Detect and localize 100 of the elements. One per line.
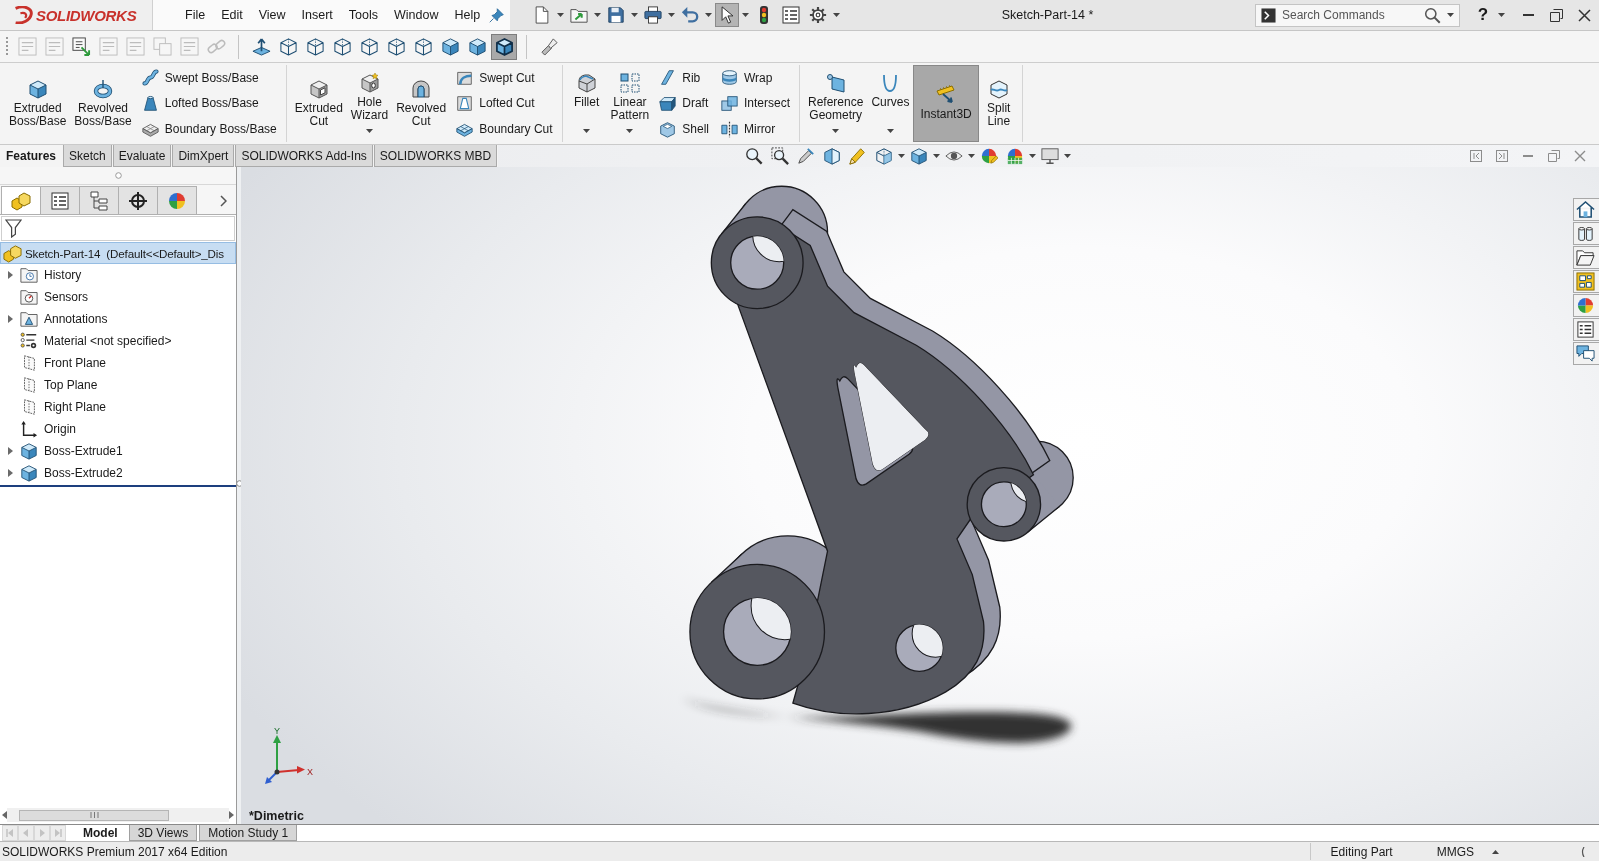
caret-icon[interactable]	[583, 129, 591, 133]
command-button[interactable]: Revolved Boss/Base	[70, 65, 136, 142]
command-button[interactable]: Split Line	[978, 65, 1019, 142]
task-pane-button[interactable]	[1573, 198, 1599, 221]
caret-icon[interactable]	[968, 154, 976, 158]
caret-icon[interactable]	[1447, 13, 1454, 17]
command-button[interactable]: Hole Wizard	[346, 65, 393, 142]
caret-icon[interactable]	[833, 13, 840, 17]
file-properties-button[interactable]	[779, 3, 803, 27]
command-button[interactable]: Swept Boss/Base	[138, 65, 280, 90]
panel-tab[interactable]	[40, 186, 80, 214]
tree-item[interactable]: History	[41, 266, 85, 284]
filter-field[interactable]	[1, 216, 235, 241]
print-button[interactable]	[641, 3, 665, 27]
command-button[interactable]: Intersect	[717, 91, 793, 116]
command-button[interactable]: Revolved Cut	[392, 65, 451, 142]
tree-item-label: Sketch-Part-14 (Default<<Default>_Dis	[25, 246, 224, 260]
tree-item[interactable]: Origin	[41, 420, 79, 438]
tab[interactable]: Motion Study 1	[199, 825, 298, 841]
horizontal-scrollbar[interactable]	[0, 808, 236, 822]
tree-item[interactable]: Sensors	[41, 288, 92, 306]
panel-tab[interactable]	[118, 186, 158, 214]
caret-icon[interactable]	[1029, 154, 1037, 158]
menu-item[interactable]: Help	[446, 6, 489, 24]
command-button[interactable]: Draft	[656, 91, 712, 116]
command-button[interactable]: Lofted Cut	[453, 91, 556, 116]
caret-icon[interactable]	[832, 129, 840, 133]
search-field[interactable]: Search Commands	[1255, 3, 1460, 27]
command-button[interactable]: Rib	[656, 65, 712, 90]
caret-icon[interactable]	[742, 13, 749, 17]
command-button[interactable]: Lofted Boss/Base	[138, 91, 280, 116]
task-pane-button[interactable]	[1573, 270, 1599, 293]
section-cube-icon	[823, 147, 842, 165]
menu-item[interactable]: View	[250, 6, 294, 24]
caret-icon[interactable]	[366, 129, 373, 133]
page-icon	[535, 6, 549, 24]
pin-icon	[489, 7, 505, 23]
command-button[interactable]: Shell	[656, 117, 712, 142]
window-title: Sketch-Part-14 *	[1001, 8, 1094, 22]
command-button[interactable]: Boundary Boss/Base	[138, 117, 280, 142]
caret-icon[interactable]	[886, 129, 894, 133]
cube-icon	[27, 78, 48, 99]
caret-icon[interactable]	[933, 154, 941, 158]
tree-row[interactable]: Sketch-Part-14 (Default<<Default>_Dis	[0, 242, 236, 264]
command-button[interactable]: Linear Pattern	[606, 65, 654, 142]
task-pane-button[interactable]	[1573, 222, 1599, 245]
caret-icon[interactable]	[631, 13, 638, 17]
caret-icon[interactable]	[668, 13, 675, 17]
caret-icon[interactable]	[594, 13, 601, 17]
command-button[interactable]: Wrap	[717, 65, 793, 90]
help-button[interactable]: ?	[1474, 3, 1492, 27]
command-button[interactable]: Mirror	[717, 117, 793, 142]
tab[interactable]: SOLIDWORKS Add-Ins	[235, 145, 373, 167]
tab[interactable]: SOLIDWORKS MBD	[373, 145, 498, 167]
search-input[interactable]: Search Commands	[1282, 5, 1418, 25]
menu-item[interactable]: Edit	[213, 6, 251, 24]
caret-icon[interactable]	[1064, 154, 1072, 158]
task-pane-button[interactable]	[1573, 246, 1599, 269]
toolbar-button[interactable]	[491, 33, 517, 60]
tree-item[interactable]: Boss-Extrude1	[41, 442, 126, 460]
note-icon	[98, 37, 118, 56]
tab[interactable]: 3D Views	[128, 825, 198, 841]
menu-item[interactable]: Tools	[340, 6, 387, 24]
menu-item[interactable]: File	[177, 6, 214, 24]
traffic-light-icon	[760, 6, 768, 24]
caret-icon[interactable]	[557, 13, 564, 17]
menu-item[interactable]: Window	[386, 6, 447, 24]
printer-icon	[644, 6, 662, 24]
tab[interactable]: Evaluate	[112, 145, 172, 167]
tab[interactable]: Sketch	[63, 145, 112, 167]
command-button[interactable]: Reference Geometry	[804, 65, 868, 142]
tree-item[interactable]: Boss-Extrude2	[41, 464, 126, 482]
command-button[interactable]: Curves	[867, 65, 914, 142]
command-button[interactable]: Fillet	[566, 65, 607, 142]
task-pane-button[interactable]	[1573, 318, 1599, 341]
caret-icon[interactable]	[705, 13, 712, 17]
command-button[interactable]: Extruded Cut	[290, 65, 347, 142]
cube-icon	[20, 442, 38, 460]
tree-item[interactable]: Top Plane	[41, 376, 101, 394]
caret-icon[interactable]	[898, 154, 906, 158]
tree-item[interactable]: Annotations	[41, 310, 111, 328]
tree-item[interactable]: Right Plane	[41, 398, 110, 416]
magnifier-dashed-box-icon	[771, 147, 790, 165]
menu-item[interactable]: Insert	[293, 6, 341, 24]
caret-icon[interactable]	[626, 129, 634, 133]
tree-item[interactable]: Material <not specified>	[41, 332, 175, 350]
command-button[interactable]: Instant3D	[913, 65, 979, 142]
tab[interactable]: DimXpert	[172, 145, 235, 167]
pin-button[interactable]	[488, 5, 506, 25]
rounded-cube-icon	[576, 73, 597, 93]
command-button[interactable]: Boundary Cut	[453, 117, 556, 142]
tree-item[interactable]: Front Plane	[41, 354, 110, 372]
caret-icon[interactable]	[1498, 13, 1505, 17]
command-button[interactable]: Extruded Boss/Base	[5, 65, 71, 142]
task-pane-button[interactable]	[1573, 342, 1599, 365]
select-button[interactable]	[715, 3, 739, 27]
caret-icon[interactable]	[1492, 849, 1499, 854]
monitor-icon	[1041, 147, 1060, 165]
units-button[interactable]: MMGS	[1436, 844, 1474, 859]
command-button[interactable]: Swept Cut	[453, 65, 556, 90]
